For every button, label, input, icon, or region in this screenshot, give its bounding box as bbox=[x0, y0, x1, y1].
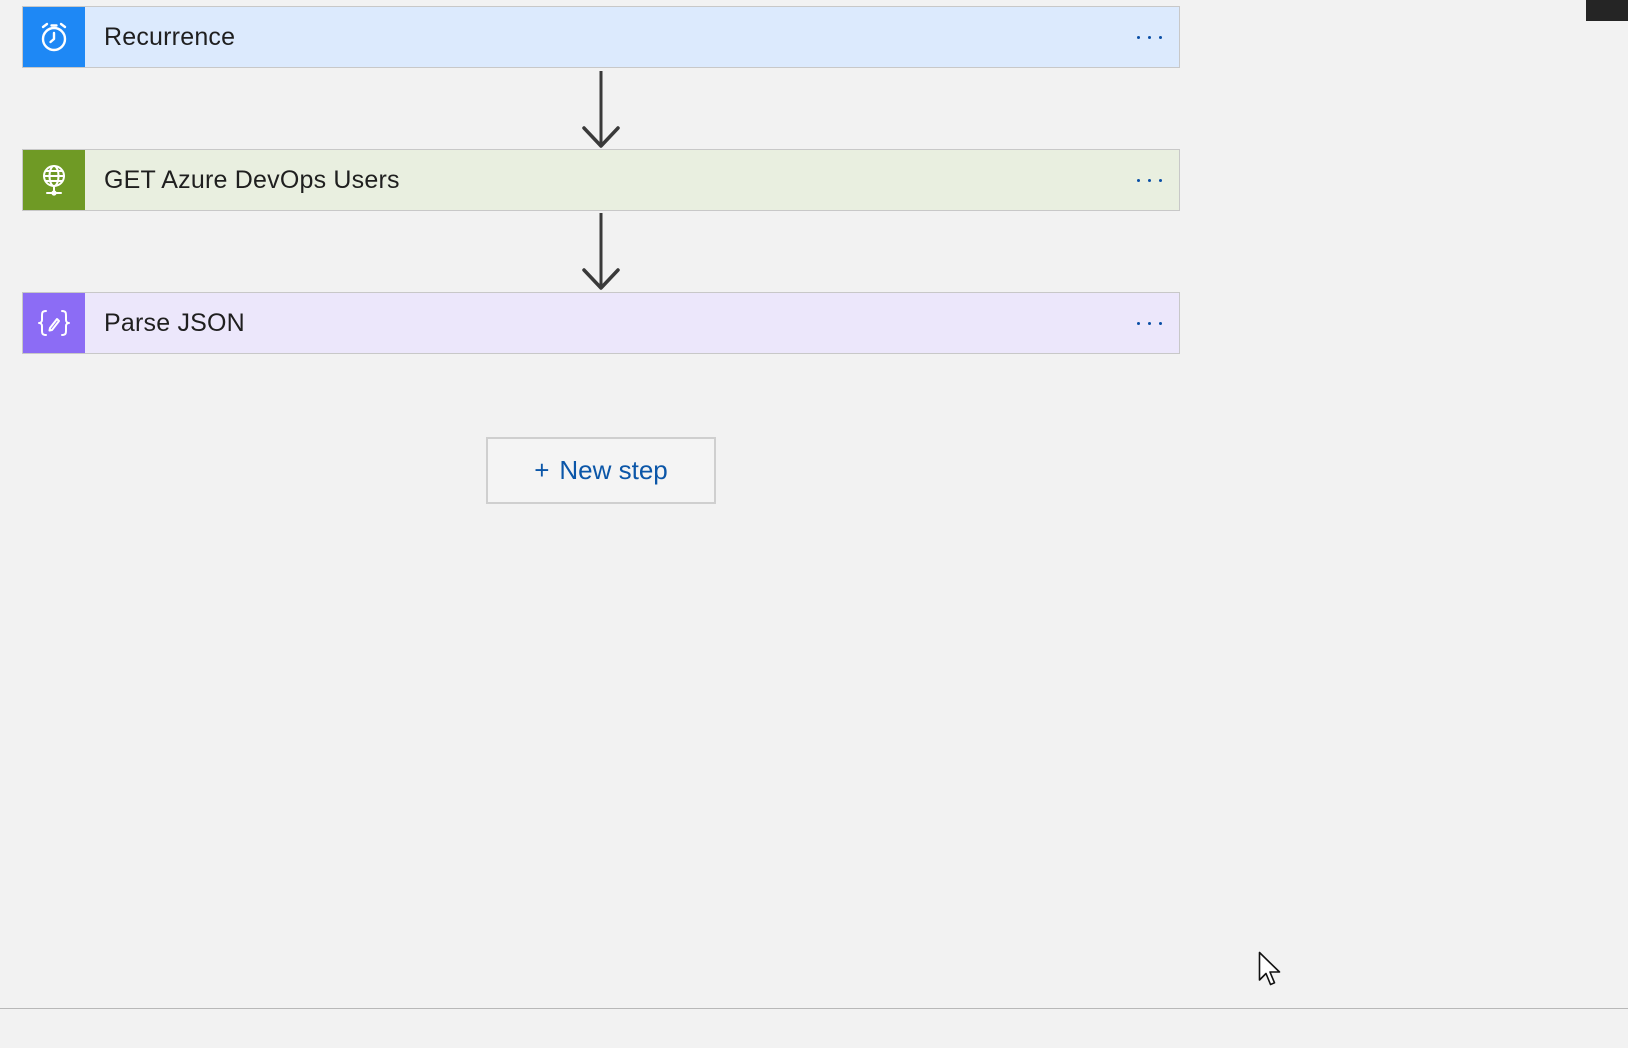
step-title: Parse JSON bbox=[104, 308, 245, 337]
connector-arrow bbox=[582, 71, 620, 148]
new-step-button[interactable]: + New step bbox=[486, 437, 716, 504]
bottom-divider bbox=[0, 1008, 1628, 1009]
ellipsis-icon bbox=[1136, 178, 1162, 182]
step-title: GET Azure DevOps Users bbox=[104, 165, 400, 194]
step-card-parse-json[interactable]: Parse JSON bbox=[22, 292, 1180, 354]
more-options-button[interactable] bbox=[1119, 293, 1179, 353]
window-corner-block bbox=[1586, 0, 1628, 21]
flow-canvas: Recurrence GET Azure DevOps Users Parse … bbox=[0, 0, 1628, 1048]
step-card-recurrence[interactable]: Recurrence bbox=[22, 6, 1180, 68]
step-title: Recurrence bbox=[104, 22, 236, 51]
step-card-http[interactable]: GET Azure DevOps Users bbox=[22, 149, 1180, 211]
mouse-cursor-icon bbox=[1258, 951, 1281, 986]
json-braces-icon bbox=[23, 293, 85, 353]
connector-arrow bbox=[582, 213, 620, 290]
plus-icon: + bbox=[534, 455, 550, 485]
ellipsis-icon bbox=[1136, 35, 1162, 39]
more-options-button[interactable] bbox=[1119, 150, 1179, 210]
alarm-clock-icon bbox=[23, 7, 85, 67]
more-options-button[interactable] bbox=[1119, 7, 1179, 67]
globe-http-icon bbox=[23, 150, 85, 210]
ellipsis-icon bbox=[1136, 321, 1162, 325]
new-step-label: New step bbox=[559, 455, 668, 485]
